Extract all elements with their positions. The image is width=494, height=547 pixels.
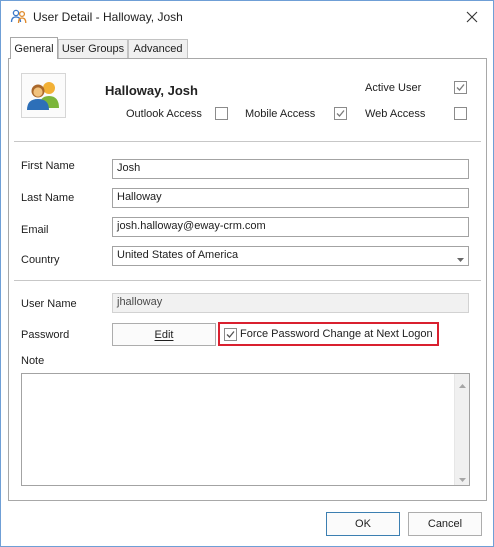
last-name-label: Last Name: [21, 192, 75, 204]
users-avatar-icon: [22, 82, 65, 120]
username-label: User Name: [21, 298, 77, 310]
mobile-access-label: Mobile Access: [245, 108, 316, 120]
tab-user-groups[interactable]: User Groups: [58, 39, 128, 59]
username-field: jhalloway: [112, 293, 469, 313]
cancel-button-label: Cancel: [427, 518, 463, 530]
country-label: Country: [21, 254, 60, 266]
chevron-down-icon: [457, 254, 464, 262]
separator: [14, 280, 481, 281]
force-password-checkbox[interactable]: [224, 328, 237, 341]
note-scrollbar[interactable]: [454, 374, 469, 485]
scroll-up-icon[interactable]: [459, 379, 466, 388]
ok-button[interactable]: OK: [326, 512, 400, 536]
close-icon[interactable]: [459, 5, 485, 29]
password-label: Password: [21, 329, 70, 341]
last-name-field[interactable]: Halloway: [112, 188, 469, 208]
first-name-label: First Name: [21, 160, 75, 172]
password-edit-button[interactable]: Edit: [112, 323, 216, 346]
cancel-button[interactable]: Cancel: [408, 512, 482, 536]
tab-general[interactable]: General: [10, 37, 58, 59]
user-detail-window: User Detail - Halloway, Josh General Use…: [0, 0, 494, 547]
window-title: User Detail - Halloway, Josh: [33, 10, 183, 24]
mobile-access-checkbox[interactable]: [334, 107, 347, 120]
email-label: Email: [21, 224, 49, 236]
active-user-label: Active User: [365, 82, 422, 94]
ok-button-label: OK: [355, 518, 371, 530]
outlook-access-label: Outlook Access: [126, 108, 202, 120]
users-icon: [10, 9, 28, 25]
country-select[interactable]: United States of America: [112, 246, 469, 266]
scroll-down-icon[interactable]: [459, 474, 466, 482]
first-name-field[interactable]: Josh: [112, 159, 469, 179]
avatar: [21, 73, 66, 118]
country-select-value: United States of America: [117, 249, 239, 261]
force-password-label: Force Password Change at Next Logon: [240, 328, 433, 340]
tab-advanced[interactable]: Advanced: [128, 39, 188, 59]
separator: [14, 141, 481, 142]
email-field[interactable]: josh.halloway@eway-crm.com: [112, 217, 469, 237]
password-edit-label: Edit: [154, 329, 174, 341]
web-access-label: Web Access: [365, 108, 426, 120]
title-bar: User Detail - Halloway, Josh: [1, 1, 493, 33]
user-display-name: Halloway, Josh: [105, 83, 198, 98]
outlook-access-checkbox[interactable]: [215, 107, 228, 120]
active-user-checkbox[interactable]: [454, 81, 467, 94]
note-label: Note: [21, 355, 45, 367]
note-textarea[interactable]: [21, 373, 470, 486]
web-access-checkbox[interactable]: [454, 107, 467, 120]
